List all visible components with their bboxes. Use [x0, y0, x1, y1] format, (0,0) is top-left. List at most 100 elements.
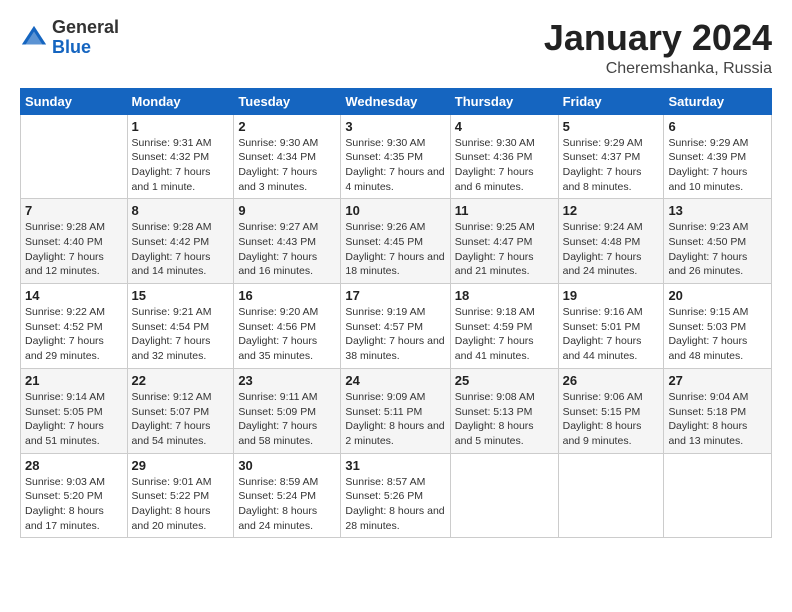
day-number: 3 — [345, 119, 445, 134]
day-detail: Sunrise: 9:26 AMSunset: 4:45 PMDaylight:… — [345, 220, 445, 279]
weekday-header-sunday: Sunday — [21, 88, 128, 114]
day-number: 13 — [668, 203, 767, 218]
day-detail: Sunrise: 9:04 AMSunset: 5:18 PMDaylight:… — [668, 390, 767, 449]
day-number: 11 — [455, 203, 554, 218]
title-month: January 2024 — [544, 18, 772, 58]
day-detail: Sunrise: 9:15 AMSunset: 5:03 PMDaylight:… — [668, 305, 767, 364]
day-number: 25 — [455, 373, 554, 388]
day-detail: Sunrise: 9:28 AMSunset: 4:40 PMDaylight:… — [25, 220, 123, 279]
day-cell: 19Sunrise: 9:16 AMSunset: 5:01 PMDayligh… — [558, 284, 664, 369]
title-location: Cheremshanka, Russia — [544, 60, 772, 78]
logo-icon — [20, 24, 48, 52]
day-cell: 10 Sunrise: 9:26 AMSunset: 4:45 PMDayligh… — [341, 199, 450, 284]
day-number: 26 — [563, 373, 660, 388]
day-detail: Sunrise: 9:23 AMSunset: 4:50 PMDaylight:… — [668, 220, 767, 279]
day-number: 21 — [25, 373, 123, 388]
day-number: 12 — [563, 203, 660, 218]
weekday-header-monday: Monday — [127, 88, 234, 114]
day-cell: 21 Sunrise: 9:14 AMSunset: 5:05 PMDayligh… — [21, 368, 128, 453]
day-number: 27 — [668, 373, 767, 388]
day-cell: 1 Sunrise: 9:31 AMSunset: 4:32 PMDaylight… — [127, 114, 234, 199]
day-number: 9 — [238, 203, 336, 218]
day-detail: Sunrise: 9:22 AMSunset: 4:52 PMDaylight:… — [25, 305, 123, 364]
day-number: 2 — [238, 119, 336, 134]
weekday-header-saturday: Saturday — [664, 88, 772, 114]
logo-blue: Blue — [52, 37, 91, 57]
day-detail: Sunrise: 9:16 AMSunset: 5:01 PMDaylight:… — [563, 305, 660, 364]
day-cell: 11 Sunrise: 9:25 AMSunset: 4:47 PMDayligh… — [450, 199, 558, 284]
day-number: 15 — [132, 288, 230, 303]
weekday-header-tuesday: Tuesday — [234, 88, 341, 114]
week-row-3: 14Sunrise: 9:22 AMSunset: 4:52 PMDayligh… — [21, 284, 772, 369]
logo: General Blue — [20, 18, 119, 58]
day-detail: Sunrise: 9:08 AMSunset: 5:13 PMDaylight:… — [455, 390, 554, 449]
day-number: 5 — [563, 119, 660, 134]
header: General Blue January 2024 Cheremshanka, … — [20, 18, 772, 78]
week-row-5: 28 Sunrise: 9:03 AMSunset: 5:20 PMDayligh… — [21, 453, 772, 538]
day-detail: Sunrise: 9:25 AMSunset: 4:47 PMDaylight:… — [455, 220, 554, 279]
day-detail: Sunrise: 9:29 AMSunset: 4:37 PMDaylight:… — [563, 136, 660, 195]
day-detail: Sunrise: 9:19 AMSunset: 4:57 PMDaylight:… — [345, 305, 445, 364]
day-detail: Sunrise: 9:28 AMSunset: 4:42 PMDaylight:… — [132, 220, 230, 279]
title-block: January 2024 Cheremshanka, Russia — [544, 18, 772, 78]
day-number: 28 — [25, 458, 123, 473]
day-detail: Sunrise: 9:24 AMSunset: 4:48 PMDaylight:… — [563, 220, 660, 279]
day-number: 16 — [238, 288, 336, 303]
day-number: 4 — [455, 119, 554, 134]
day-cell: 18Sunrise: 9:18 AMSunset: 4:59 PMDayligh… — [450, 284, 558, 369]
day-number: 31 — [345, 458, 445, 473]
day-number: 29 — [132, 458, 230, 473]
day-detail: Sunrise: 9:31 AMSunset: 4:32 PMDaylight:… — [132, 136, 230, 195]
day-cell — [21, 114, 128, 199]
weekday-header-row: SundayMondayTuesdayWednesdayThursdayFrid… — [21, 88, 772, 114]
day-detail: Sunrise: 9:12 AMSunset: 5:07 PMDaylight:… — [132, 390, 230, 449]
day-cell: 25 Sunrise: 9:08 AMSunset: 5:13 PMDayligh… — [450, 368, 558, 453]
day-cell: 15 Sunrise: 9:21 AMSunset: 4:54 PMDayligh… — [127, 284, 234, 369]
day-cell: 3 Sunrise: 9:30 AMSunset: 4:35 PMDaylight… — [341, 114, 450, 199]
day-number: 7 — [25, 203, 123, 218]
day-cell — [558, 453, 664, 538]
day-detail: Sunrise: 9:01 AMSunset: 5:22 PMDaylight:… — [132, 475, 230, 534]
weekday-header-wednesday: Wednesday — [341, 88, 450, 114]
day-number: 10 — [345, 203, 445, 218]
day-detail: Sunrise: 9:21 AMSunset: 4:54 PMDaylight:… — [132, 305, 230, 364]
day-detail: Sunrise: 9:06 AMSunset: 5:15 PMDaylight:… — [563, 390, 660, 449]
day-cell: 24Sunrise: 9:09 AMSunset: 5:11 PMDayligh… — [341, 368, 450, 453]
calendar-table: SundayMondayTuesdayWednesdayThursdayFrid… — [20, 88, 772, 539]
day-cell: 22 Sunrise: 9:12 AMSunset: 5:07 PMDayligh… — [127, 368, 234, 453]
day-detail: Sunrise: 9:09 AMSunset: 5:11 PMDaylight:… — [345, 390, 445, 449]
day-cell: 9 Sunrise: 9:27 AMSunset: 4:43 PMDaylight… — [234, 199, 341, 284]
day-cell: 28 Sunrise: 9:03 AMSunset: 5:20 PMDayligh… — [21, 453, 128, 538]
day-detail: Sunrise: 9:27 AMSunset: 4:43 PMDaylight:… — [238, 220, 336, 279]
day-cell: 8Sunrise: 9:28 AMSunset: 4:42 PMDaylight… — [127, 199, 234, 284]
weekday-header-friday: Friday — [558, 88, 664, 114]
day-cell — [664, 453, 772, 538]
day-cell: 7 Sunrise: 9:28 AMSunset: 4:40 PMDaylight… — [21, 199, 128, 284]
day-cell: 27 Sunrise: 9:04 AMSunset: 5:18 PMDayligh… — [664, 368, 772, 453]
day-cell: 17 Sunrise: 9:19 AMSunset: 4:57 PMDayligh… — [341, 284, 450, 369]
day-cell: 6Sunrise: 9:29 AMSunset: 4:39 PMDaylight… — [664, 114, 772, 199]
day-detail: Sunrise: 9:14 AMSunset: 5:05 PMDaylight:… — [25, 390, 123, 449]
day-number: 22 — [132, 373, 230, 388]
day-number: 17 — [345, 288, 445, 303]
day-detail: Sunrise: 9:11 AMSunset: 5:09 PMDaylight:… — [238, 390, 336, 449]
day-cell: 2 Sunrise: 9:30 AMSunset: 4:34 PMDaylight… — [234, 114, 341, 199]
day-cell: 4Sunrise: 9:30 AMSunset: 4:36 PMDaylight… — [450, 114, 558, 199]
weekday-header-thursday: Thursday — [450, 88, 558, 114]
day-cell: 30 Sunrise: 8:59 AMSunset: 5:24 PMDayligh… — [234, 453, 341, 538]
day-detail: Sunrise: 9:30 AMSunset: 4:34 PMDaylight:… — [238, 136, 336, 195]
day-cell: 13 Sunrise: 9:23 AMSunset: 4:50 PMDayligh… — [664, 199, 772, 284]
day-number: 20 — [668, 288, 767, 303]
page: General Blue January 2024 Cheremshanka, … — [0, 0, 792, 612]
week-row-4: 21 Sunrise: 9:14 AMSunset: 5:05 PMDayligh… — [21, 368, 772, 453]
week-row-2: 7 Sunrise: 9:28 AMSunset: 4:40 PMDaylight… — [21, 199, 772, 284]
day-detail: Sunrise: 9:30 AMSunset: 4:35 PMDaylight:… — [345, 136, 445, 195]
day-cell: 26 Sunrise: 9:06 AMSunset: 5:15 PMDayligh… — [558, 368, 664, 453]
day-detail: Sunrise: 8:59 AMSunset: 5:24 PMDaylight:… — [238, 475, 336, 534]
logo-general: General — [52, 17, 119, 37]
day-detail: Sunrise: 9:03 AMSunset: 5:20 PMDaylight:… — [25, 475, 123, 534]
day-cell: 14Sunrise: 9:22 AMSunset: 4:52 PMDayligh… — [21, 284, 128, 369]
day-number: 30 — [238, 458, 336, 473]
day-number: 1 — [132, 119, 230, 134]
day-cell — [450, 453, 558, 538]
